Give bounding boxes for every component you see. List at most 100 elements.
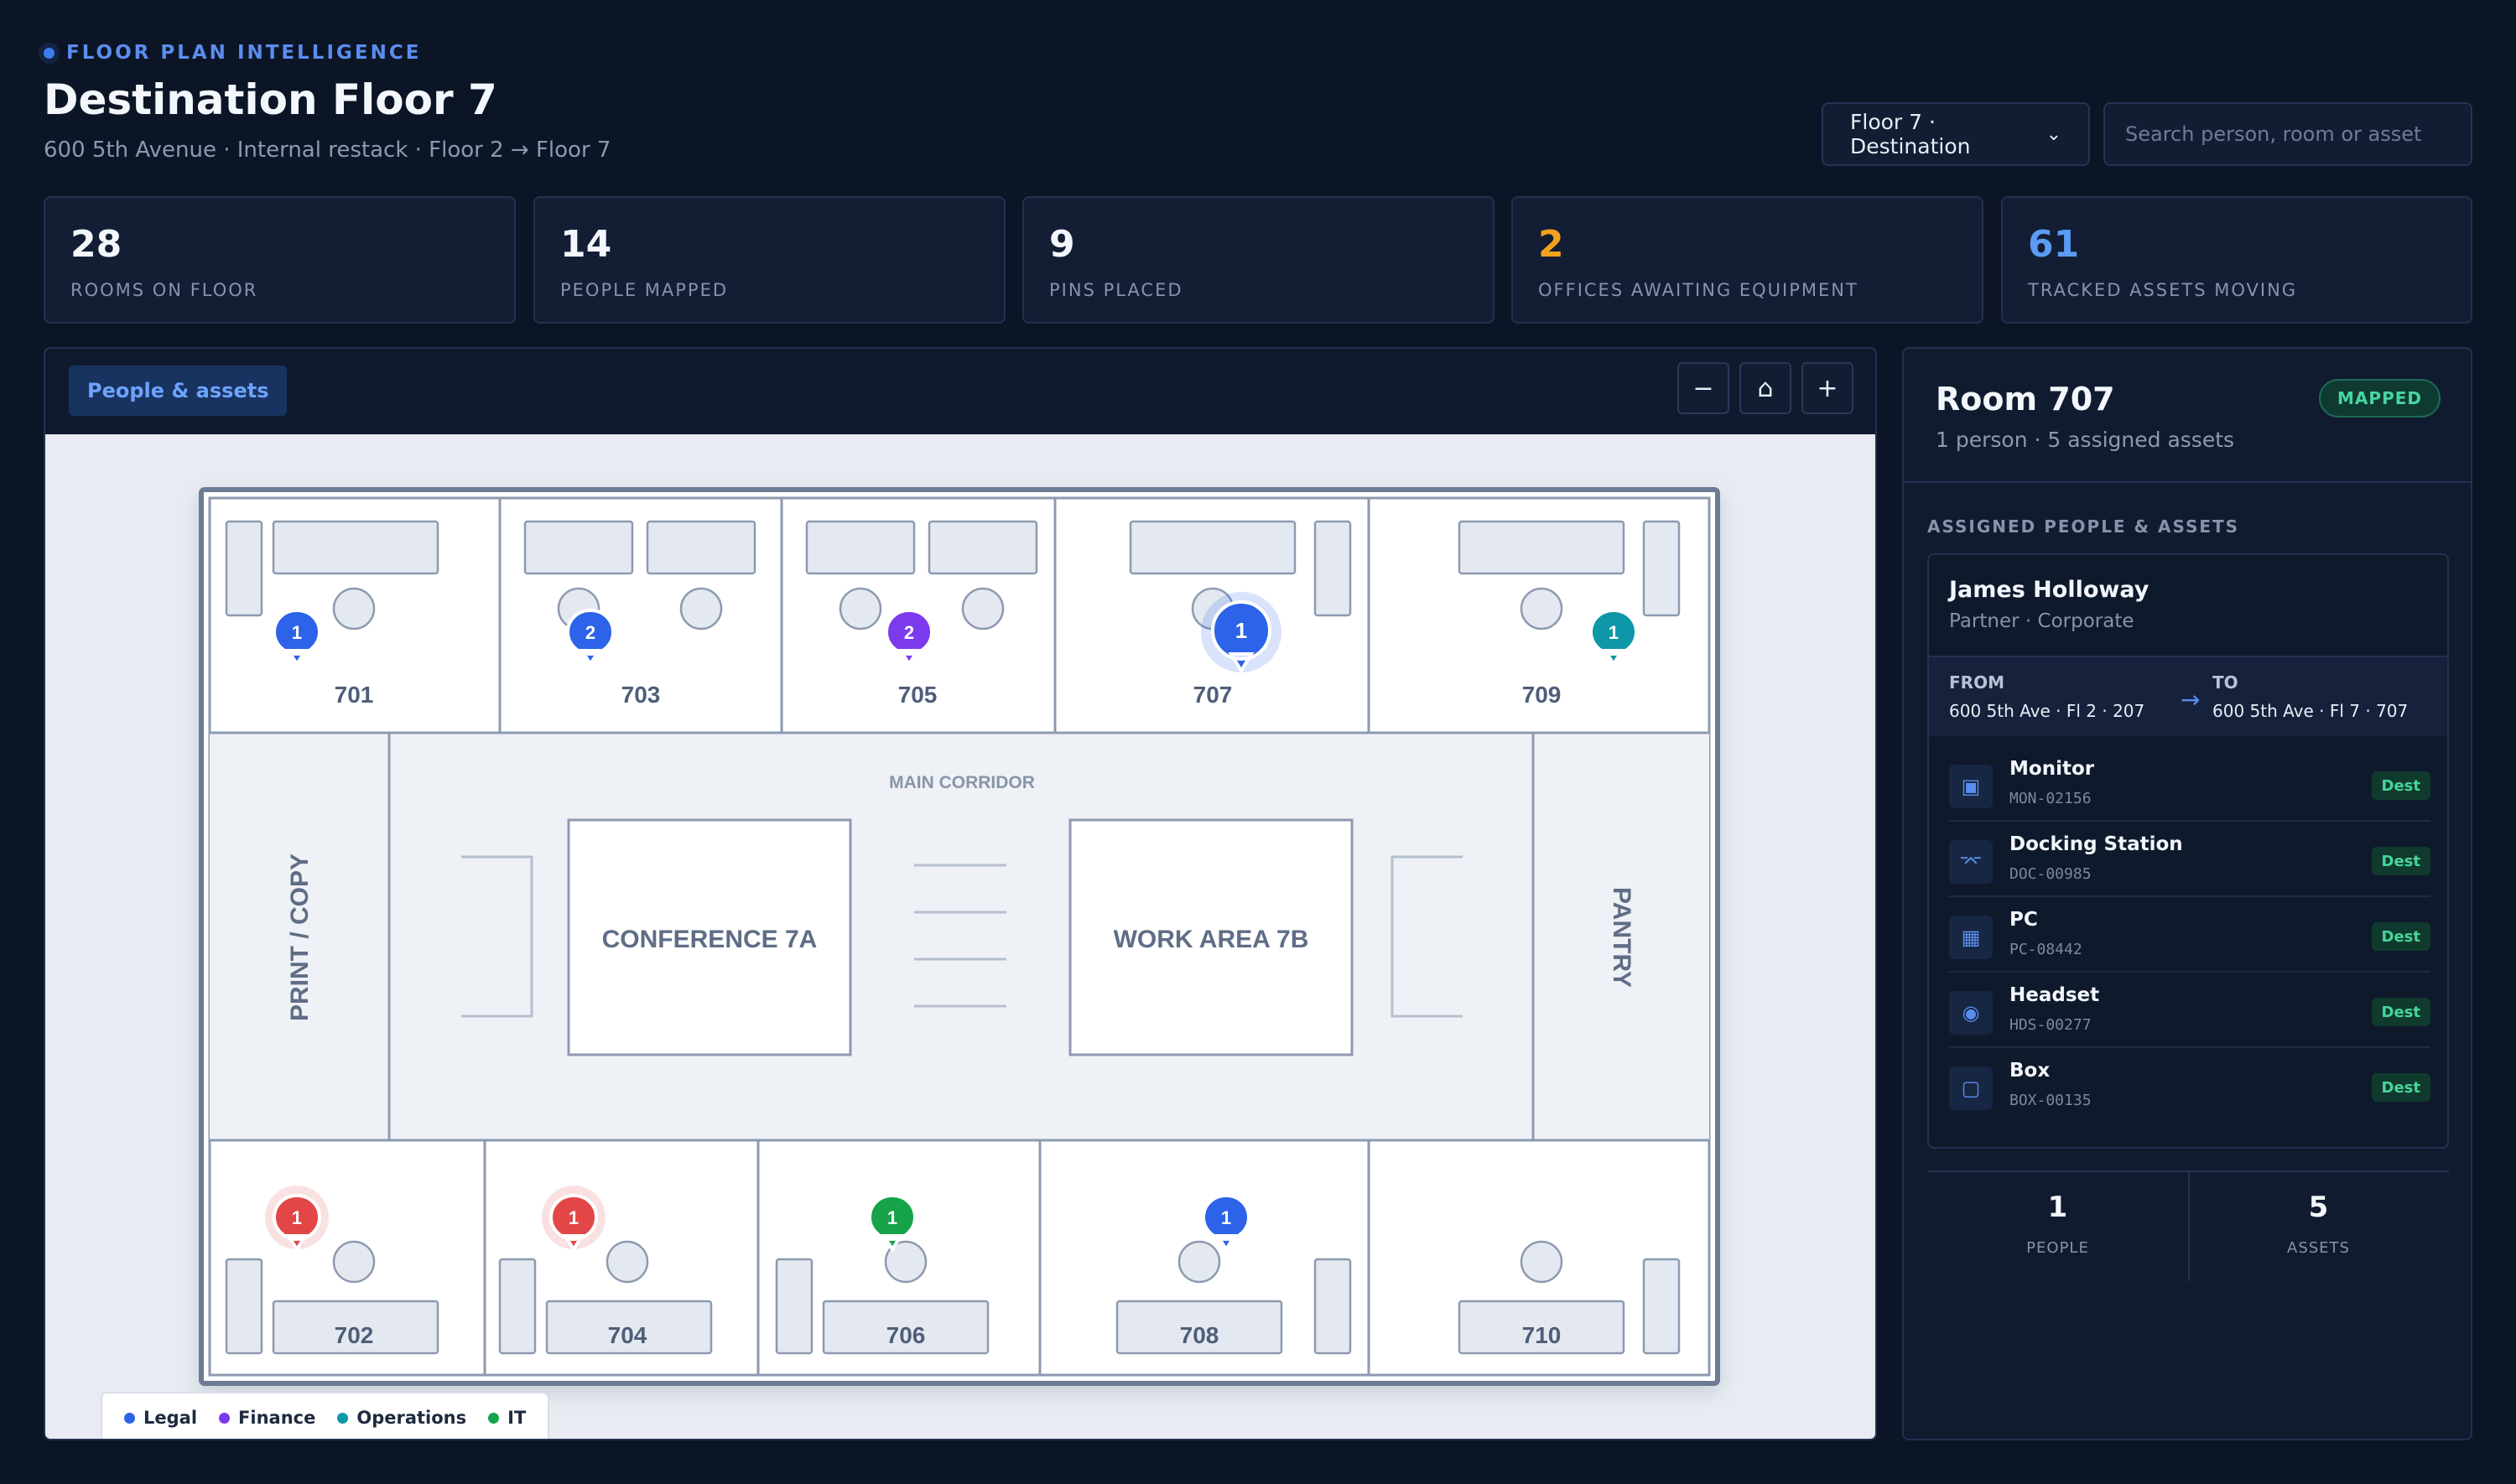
stat-pins-placed: 9 PINS PLACED	[1022, 196, 1495, 324]
asset-tag: Dest	[2371, 1073, 2430, 1102]
corridor-label: MAIN CORRIDOR	[889, 773, 1035, 792]
room-label-702: 702	[335, 1322, 374, 1348]
person-name: James Holloway	[1949, 577, 2150, 603]
pin-count: 1	[1609, 622, 1619, 643]
zoom-out-button[interactable]: −	[1677, 362, 1729, 414]
room-label-704: 704	[608, 1322, 647, 1348]
legend-item-it: IT	[488, 1408, 526, 1428]
floor-plan-canvas[interactable]: 701 703 705 707 709 702 704 706 708 710 …	[45, 434, 1875, 1439]
asset-tag: Dest	[2371, 922, 2430, 951]
legend-label: Operations	[356, 1408, 467, 1428]
status-badge: MAPPED	[2319, 379, 2441, 418]
room-label-706: 706	[886, 1322, 926, 1348]
room-label-708: 708	[1180, 1322, 1219, 1348]
stat-label: ROOMS ON FLOOR	[70, 280, 258, 300]
stat-value: 14	[560, 223, 612, 266]
legend-item-operations: Operations	[337, 1408, 466, 1428]
department-legend: Legal Finance Operations IT	[101, 1392, 550, 1439]
asset-code: PC-08442	[2009, 941, 2082, 958]
divider	[1904, 481, 2471, 483]
legend-label: Legal	[143, 1408, 198, 1428]
pin-count: 1	[1235, 618, 1247, 643]
legend-swatch	[219, 1412, 231, 1424]
asset-row[interactable]: ▢ Box BOX-00135 Dest	[1949, 1048, 2430, 1123]
room-label-703: 703	[621, 682, 661, 708]
room-totals: 1 PEOPLE 5 ASSETS	[1927, 1170, 2449, 1281]
floor-select-value: Floor 7 · Destination	[1850, 110, 1971, 158]
eyebrow-text: FLOOR PLAN INTELLIGENCE	[66, 42, 422, 64]
stat-offices-awaiting: 2 OFFICES AWAITING EQUIPMENT	[1511, 196, 1983, 324]
stat-label: OFFICES AWAITING EQUIPMENT	[1538, 280, 1858, 300]
legend-swatch	[124, 1412, 135, 1424]
arrow-right-icon: →	[2181, 686, 2201, 713]
pin-count: 1	[569, 1207, 579, 1228]
total-label: ASSETS	[2287, 1239, 2350, 1257]
legend-item-legal: Legal	[124, 1408, 197, 1428]
stat-value: 2	[1538, 223, 1564, 266]
person-role: Partner · Corporate	[1949, 610, 2134, 632]
eyebrow: FLOOR PLAN INTELLIGENCE	[44, 42, 421, 64]
asset-tag: Dest	[2371, 998, 2430, 1026]
room-label-709: 709	[1522, 682, 1562, 708]
asset-name: Docking Station	[2009, 833, 2183, 855]
stat-label: TRACKED ASSETS MOVING	[2028, 280, 2298, 300]
floor-select[interactable]: Floor 7 · Destination ⌄	[1822, 102, 2090, 166]
home-icon: ⌂	[1757, 373, 1774, 403]
home-button[interactable]: ⌂	[1739, 362, 1791, 414]
legend-label: IT	[507, 1408, 527, 1428]
asset-row[interactable]: ◉ Headset HDS-00277 Dest	[1949, 973, 2430, 1048]
pin-count: 2	[904, 622, 914, 643]
from-location: 600 5th Ave · Fl 2 · 207	[1949, 701, 2145, 721]
plus-icon: +	[1817, 373, 1838, 403]
from-label: FROM	[1949, 672, 2004, 693]
asset-name: Headset	[2009, 984, 2100, 1006]
stat-value: 61	[2028, 223, 2080, 266]
minus-icon: −	[1692, 373, 1714, 403]
corridor-area	[210, 733, 1709, 1140]
to-location: 600 5th Ave · Fl 7 · 707	[2212, 701, 2409, 721]
pin-704-awaiting[interactable]: 1	[542, 1186, 606, 1253]
conference-label: CONFERENCE 7A	[602, 926, 818, 953]
legend-item-finance: Finance	[219, 1408, 315, 1428]
print-copy-label: PRINT / COPY	[286, 854, 314, 1021]
asset-code: DOC-00985	[2009, 865, 2092, 883]
legend-swatch	[337, 1412, 349, 1424]
room-summary: 1 person · 5 assigned assets	[1936, 428, 2235, 452]
room-label-705: 705	[898, 682, 938, 708]
asset-row[interactable]: ▦ PC PC-08442 Dest	[1949, 897, 2430, 973]
pantry-label: PANTRY	[1608, 887, 1635, 988]
person-card[interactable]: James Holloway Partner · Corporate FROM …	[1927, 553, 2449, 1149]
asset-row[interactable]: ⌤ Docking Station DOC-00985 Dest	[1949, 822, 2430, 897]
pin-702-awaiting[interactable]: 1	[265, 1186, 329, 1253]
stat-label: PEOPLE MAPPED	[560, 280, 729, 300]
pc-icon: ▦	[1949, 916, 1993, 959]
floor-plan-svg: 701 703 705 707 709 702 704 706 708 710 …	[199, 487, 1720, 1386]
headset-icon: ◉	[1949, 991, 1993, 1035]
pin-count: 1	[292, 622, 302, 643]
stat-label: PINS PLACED	[1049, 280, 1183, 300]
stat-rooms-on-floor: 28 ROOMS ON FLOOR	[44, 196, 516, 324]
asset-code: HDS-00277	[2009, 1016, 2092, 1034]
zoom-in-button[interactable]: +	[1801, 362, 1853, 414]
room-label-710: 710	[1522, 1322, 1562, 1348]
pin-count: 1	[1221, 1207, 1231, 1228]
status-dot-icon	[44, 47, 55, 59]
pin-count: 1	[887, 1207, 897, 1228]
pin-707-selected[interactable]: 1	[1201, 592, 1281, 674]
asset-name: Monitor	[2009, 758, 2095, 780]
chevron-down-icon: ⌄	[2046, 123, 2061, 145]
page-title: Destination Floor 7	[44, 75, 497, 124]
total-people: 1 PEOPLE	[1927, 1172, 2188, 1281]
asset-tag: Dest	[2371, 847, 2430, 875]
stat-value: 28	[70, 223, 122, 266]
tab-people-assets[interactable]: People & assets	[69, 366, 288, 416]
stat-people-mapped: 14 PEOPLE MAPPED	[533, 196, 1006, 324]
asset-name: PC	[2009, 909, 2038, 931]
asset-code: MON-02156	[2009, 790, 2092, 807]
search-input[interactable]	[2103, 102, 2472, 166]
asset-name: Box	[2009, 1060, 2051, 1082]
monitor-icon: ▣	[1949, 765, 1993, 808]
asset-row[interactable]: ▣ Monitor MON-02156 Dest	[1949, 746, 2430, 822]
legend-label: Finance	[238, 1408, 316, 1428]
legend-swatch	[488, 1412, 500, 1424]
